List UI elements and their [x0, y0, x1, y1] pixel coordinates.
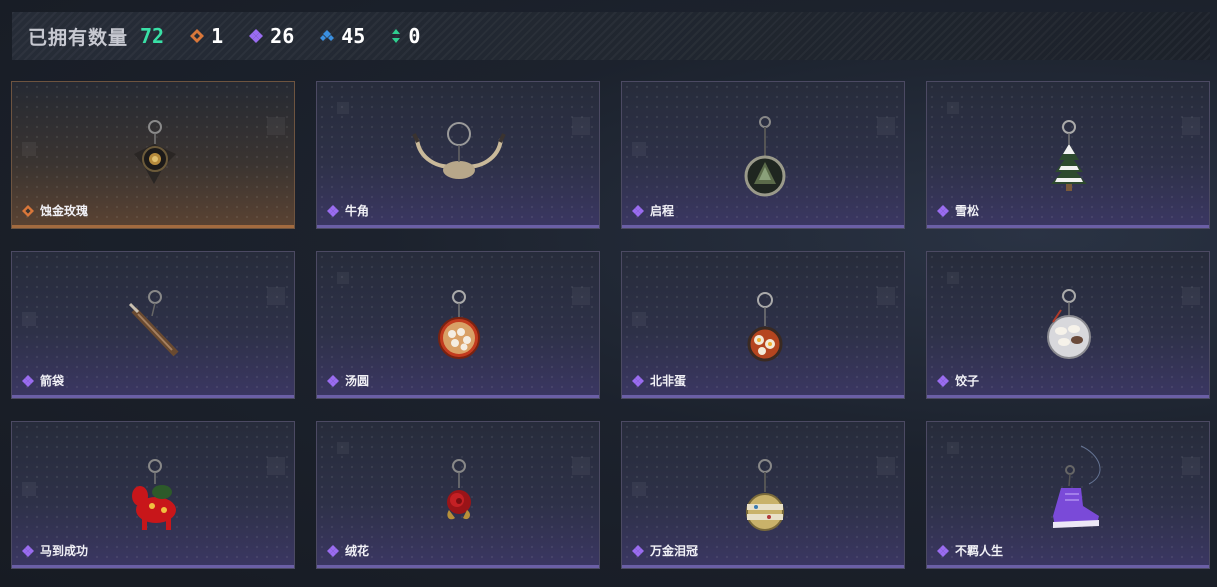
item-name: 蚀金玫瑰: [22, 202, 88, 219]
item-name-label: 汤圆: [345, 374, 370, 388]
item-name: 雪松: [937, 202, 979, 219]
purple-diamond-icon: [22, 374, 34, 387]
blue-diamond-icon: [320, 30, 335, 41]
rarity-count-value: 0: [408, 24, 421, 48]
shakshuka-pan-keychain-icon: [747, 292, 783, 362]
inventory-summary-bar: 已拥有数量 72 1 26 45 0: [12, 12, 1210, 60]
jeweled-crown-keychain-icon: [746, 459, 784, 531]
orange-diamond-icon: [190, 29, 205, 43]
owned-count-label: 已拥有数量: [28, 27, 129, 49]
purple-diamond-icon: [632, 544, 644, 557]
item-name-label: 不羁人生: [955, 544, 1004, 558]
item-card-tangyuan[interactable]: 汤圆: [316, 251, 600, 399]
item-name: 万金泪冠: [632, 542, 698, 559]
item-name-label: 绒花: [345, 544, 370, 558]
rarity-count-value: 1: [211, 24, 224, 48]
item-card-dumplings[interactable]: 饺子: [926, 251, 1210, 399]
purple-diamond-icon: [632, 374, 644, 387]
purple-diamond-icon: [327, 374, 339, 387]
purple-diamond-icon: [22, 544, 34, 557]
tangyuan-bowl-keychain-icon: [438, 290, 480, 359]
item-card-shakshuka[interactable]: 北非蛋: [621, 251, 905, 399]
item-name-label: 箭袋: [40, 374, 65, 388]
snowy-pine-keychain-icon: [1051, 120, 1087, 191]
purple-diamond-icon: [937, 374, 949, 387]
velvet-flower-keychain-icon: [447, 459, 471, 520]
item-name-label: 雪松: [955, 204, 980, 218]
item-card-jeweled-crown[interactable]: 万金泪冠: [621, 421, 905, 569]
item-name: 北非蛋: [632, 372, 686, 389]
rarity-count-orange: 1: [190, 24, 223, 48]
purple-diamond-icon: [327, 204, 339, 217]
item-name-label: 饺子: [955, 374, 980, 388]
item-name-label: 万金泪冠: [650, 544, 699, 558]
item-name: 汤圆: [327, 372, 369, 389]
item-name: 牛角: [327, 202, 369, 219]
owned-count-value: 72: [140, 24, 165, 48]
orange-diamond-icon: [22, 204, 34, 217]
gold-rose-keychain-icon: [134, 120, 176, 184]
item-card-bull-horns[interactable]: 牛角: [316, 81, 600, 229]
dumplings-plate-keychain-icon: [1047, 289, 1091, 359]
purple-diamond-icon: [937, 204, 949, 217]
item-card-snowy-pine[interactable]: 雪松: [926, 81, 1210, 229]
item-name-label: 启程: [650, 204, 675, 218]
item-card-purple-sneaker[interactable]: 不羁人生: [926, 421, 1210, 569]
item-card-quiver[interactable]: 箭袋: [11, 251, 295, 399]
purple-diamond-icon: [249, 29, 264, 43]
rarity-count-value: 26: [270, 24, 295, 48]
item-card-red-horse[interactable]: 马到成功: [11, 421, 295, 569]
item-name: 绒花: [327, 542, 369, 559]
red-horse-keychain-icon: [132, 459, 176, 530]
green-arrows-icon: [392, 29, 401, 43]
item-name-label: 北非蛋: [650, 374, 687, 388]
item-card-medallion[interactable]: 启程: [621, 81, 905, 229]
purple-diamond-icon: [937, 544, 949, 557]
item-name-label: 蚀金玫瑰: [40, 204, 89, 218]
purple-sneaker-keychain-icon: [1053, 445, 1101, 528]
rarity-count-green: 0: [391, 24, 420, 48]
rarity-count-blue: 45: [320, 24, 365, 48]
item-name-label: 牛角: [345, 204, 370, 218]
medallion-keychain-icon: [744, 116, 786, 197]
purple-diamond-icon: [632, 204, 644, 217]
item-name: 马到成功: [22, 542, 88, 559]
item-name: 启程: [632, 202, 674, 219]
item-name: 不羁人生: [937, 542, 1003, 559]
item-card-velvet-flower[interactable]: 绒花: [316, 421, 600, 569]
item-card-gold-rose[interactable]: 蚀金玫瑰: [11, 81, 295, 229]
rarity-count-value: 45: [341, 24, 366, 48]
item-name: 饺子: [937, 372, 979, 389]
quiver-keychain-icon: [128, 290, 179, 357]
purple-diamond-icon: [327, 544, 339, 557]
bull-horns-keychain-icon: [412, 122, 506, 179]
rarity-count-purple: 26: [249, 24, 294, 48]
item-name-label: 马到成功: [40, 544, 89, 558]
item-name: 箭袋: [22, 372, 64, 389]
